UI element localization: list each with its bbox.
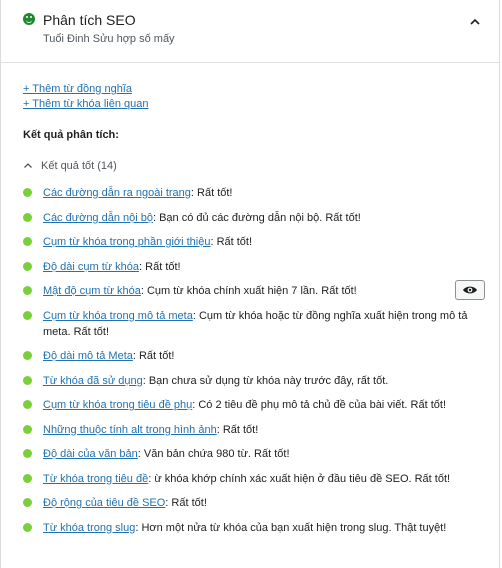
result-link[interactable]: Từ khóa trong tiêu đề [43, 473, 148, 485]
result-link[interactable]: Những thuộc tính alt trong hình ảnh [43, 424, 217, 436]
result-link[interactable]: Cụm từ khóa trong mô tả meta [43, 310, 193, 322]
result-text: : Văn bản chứa 980 từ. Rất tốt! [137, 448, 290, 460]
good-results-label: Kết quả tốt (14) [41, 160, 117, 172]
good-status-dot [23, 351, 32, 360]
results-heading: Kết quả phân tích: [23, 129, 119, 141]
keyword-links: + Thêm từ đồng nghĩa + Thêm từ khóa liên… [23, 82, 149, 112]
good-status-dot [23, 188, 32, 197]
good-status-dot [23, 400, 32, 409]
result-item: Từ khóa trong slug: Hơn một nửa từ khóa … [23, 520, 483, 536]
result-text: : Hơn một nửa từ khóa của bạn xuất hiện … [135, 521, 447, 534]
result-link[interactable]: Từ khóa đã sử dụng [43, 375, 143, 387]
result-item: Độ dài mô tả Meta: Rất tốt! [23, 348, 483, 364]
good-status-dot [23, 498, 32, 507]
result-text: : Rất tốt! [165, 497, 207, 509]
result-text: : Rất tốt! [210, 236, 253, 248]
result-link[interactable]: Từ khóa trong slug [43, 522, 135, 534]
result-text: : Bạn chưa sử dụng từ khóa này trước đây… [142, 374, 389, 387]
result-link[interactable]: Độ rộng của tiêu đề SEO [43, 497, 165, 509]
result-link[interactable]: Độ dài mô tả Meta [43, 350, 133, 362]
panel-title: Phân tích SEO [43, 12, 136, 28]
result-text: : Cụm từ khóa chính xuất hiện 7 lần. Rất… [140, 285, 357, 297]
seo-analysis-panel: Phân tích SEO Tuổi Đinh Sửu hợp số mấy +… [0, 0, 500, 568]
good-status-dot [23, 261, 32, 271]
panel-header[interactable]: Phân tích SEO Tuổi Đinh Sửu hợp số mấy [1, 0, 499, 63]
result-link[interactable]: Các đường dẫn nội bộ [43, 212, 153, 224]
result-item: Từ khóa trong tiêu đề: ừ khóa khớp chính… [23, 471, 483, 487]
good-status-dot [23, 310, 32, 320]
result-text: : Bạn có đủ các đường dẫn nội bộ. Rất tố… [152, 211, 361, 224]
good-results-toggle[interactable]: Kết quả tốt (14) [23, 160, 117, 172]
result-item: Cụm từ khóa trong phần giới thiệu: Rất t… [23, 234, 483, 250]
panel-subtitle: Tuổi Đinh Sửu hợp số mấy [43, 33, 175, 45]
result-text: : Rất tốt! [132, 350, 175, 362]
chevron-up-icon [24, 163, 32, 168]
add-related-keyword-link[interactable]: + Thêm từ khóa liên quan [23, 97, 149, 112]
good-status-dot [23, 286, 32, 295]
result-item: Độ dài cụm từ khóa: Rất tốt! [23, 259, 483, 275]
good-status-dot [23, 375, 32, 385]
result-link[interactable]: Mật độ cụm từ khóa [43, 285, 141, 297]
result-link[interactable]: Cụm từ khóa trong tiêu đề phụ [43, 399, 192, 411]
good-status-dot [23, 424, 32, 434]
result-text: : ừ khóa khớp chính xác xuất hiện ở đầu … [148, 472, 451, 485]
highlight-button[interactable] [455, 280, 485, 300]
result-text: : Rất tốt! [216, 423, 259, 436]
result-text: : Rất tốt! [139, 260, 181, 273]
add-synonym-link[interactable]: + Thêm từ đồng nghĩa [23, 82, 149, 97]
smiley-icon [23, 13, 35, 25]
chevron-up-icon[interactable] [469, 15, 481, 27]
result-item: Các đường dẫn nội bộ: Bạn có đủ các đườn… [23, 210, 483, 226]
result-item: Độ rộng của tiêu đề SEO: Rất tốt! [23, 495, 483, 511]
good-results-list: Các đường dẫn ra ngoài trang: Rất tốt! C… [23, 185, 485, 544]
good-status-dot [23, 473, 32, 483]
result-link[interactable]: Các đường dẫn ra ngoài trang [43, 187, 191, 199]
result-item: Cụm từ khóa trong tiêu đề phụ: Có 2 tiêu… [23, 397, 483, 413]
good-status-dot [23, 212, 32, 222]
result-item: Cụm từ khóa trong mô tả meta: Cụm từ khó… [23, 308, 483, 340]
result-link[interactable]: Độ dài của văn bản [43, 448, 138, 460]
result-link[interactable]: Cụm từ khóa trong phần giới thiệu [43, 236, 210, 248]
good-status-dot [23, 522, 32, 532]
result-text: : Rất tốt! [190, 187, 233, 199]
good-status-dot [23, 449, 32, 458]
result-link[interactable]: Độ dài cụm từ khóa [43, 261, 139, 273]
result-item: Mật độ cụm từ khóa: Cụm từ khóa chính xu… [23, 280, 485, 300]
result-item: Các đường dẫn ra ngoài trang: Rất tốt! [23, 185, 483, 201]
result-item: Những thuộc tính alt trong hình ảnh: Rất… [23, 422, 483, 438]
eye-icon [463, 286, 477, 294]
result-item: Từ khóa đã sử dụng: Bạn chưa sử dụng từ … [23, 373, 483, 389]
good-status-dot [23, 237, 32, 246]
result-text: : Có 2 tiêu đề phụ mô tả chủ đề của bài … [192, 399, 446, 411]
result-item: Độ dài của văn bản: Văn bản chứa 980 từ.… [23, 446, 483, 462]
